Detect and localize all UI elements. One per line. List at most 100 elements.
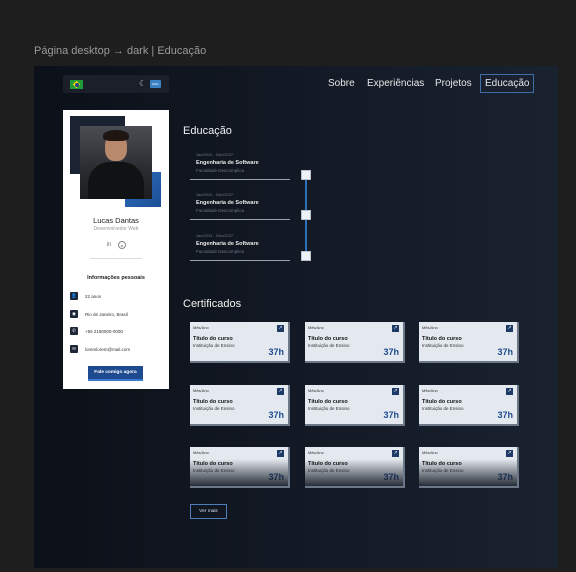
external-link-icon[interactable]: ↗ [506, 450, 513, 457]
mail-icon: ✉ [70, 345, 78, 353]
certificate-school: Instituição de Ensino [308, 468, 350, 473]
timeline-marker [301, 251, 311, 261]
certificate-hours: 37h [383, 472, 399, 482]
certificate-course: Título do curso [193, 461, 233, 467]
certificate-date: Mês/Ano [308, 388, 324, 393]
certificate-date: Mês/Ano [422, 325, 438, 330]
certificate-hours: 37h [268, 347, 284, 357]
education-title: Educação [183, 125, 232, 137]
settings-bar: ☾ ENG [63, 75, 169, 93]
certificate-hours: 37h [268, 472, 284, 482]
certificate-school: Instituição de Ensino [193, 468, 235, 473]
profile-photo [80, 126, 152, 199]
certificate-course: Título do curso [308, 336, 348, 342]
photo-hair [103, 130, 129, 141]
photo-body [88, 162, 144, 199]
certificate-card[interactable]: Mês/Ano ↗ Título do curso Instituição de En… [190, 385, 290, 426]
nav-experiencias[interactable]: Experiências [367, 75, 424, 93]
certificate-hours: 37h [268, 410, 284, 420]
certificate-date: Mês/Ano [193, 388, 209, 393]
info-phone-text: +55 2190000-0000 [85, 329, 123, 334]
certificate-card[interactable]: Mês/Ano ↗ Título do curso Instituição de En… [305, 322, 405, 363]
nav-projetos[interactable]: Projetos [435, 75, 472, 93]
education-item: Jan/2024 - Dez/2027 Engenharia de Softwa… [190, 191, 290, 220]
education-date: Jan/2024 - Dez/2027 [196, 233, 234, 238]
timeline-marker [301, 170, 311, 180]
info-location-text: Rio de Janeiro, Brasil [85, 312, 128, 317]
info-title: Informações pessoais [87, 275, 145, 281]
divider [90, 258, 142, 259]
timeline-marker [301, 210, 311, 220]
education-course: Engenharia de Software [196, 200, 259, 206]
certificate-date: Mês/Ano [422, 388, 438, 393]
certificate-hours: 37h [497, 347, 513, 357]
certificate-course: Título do curso [422, 336, 462, 342]
certificate-school: Instituição de Ensino [308, 406, 350, 411]
certificate-course: Título do curso [422, 461, 462, 467]
education-date: Jan/2024 - Dez/2027 [196, 152, 234, 157]
certificate-date: Mês/Ano [193, 450, 209, 455]
certificate-card[interactable]: Mês/Ano ↗ Título do curso Instituição de En… [190, 322, 290, 363]
profile-name: Lucas Dantas [93, 216, 139, 225]
location-pin-icon: ◉ [70, 310, 78, 318]
certificate-school: Instituição de Ensino [422, 468, 464, 473]
education-item: Jan/2024 - Dez/2027 Engenharia de Softwa… [190, 151, 290, 180]
external-link-icon[interactable]: ↗ [392, 388, 399, 395]
external-link-icon[interactable]: ↗ [392, 325, 399, 332]
external-link-icon[interactable]: ↗ [277, 388, 284, 395]
info-email: ✉ loremlorem@mail.com [70, 345, 165, 354]
profile-role: Desenvolvedor Web [93, 226, 139, 232]
profile-card: Lucas Dantas Desenvolvedor Web in ● Info… [63, 110, 169, 389]
certificate-card[interactable]: Mês/Ano ↗ Título do curso Instituição de En… [419, 385, 519, 426]
nav-educacao[interactable]: Educação [480, 74, 535, 93]
education-school: Faculdade Descomplica [196, 249, 245, 254]
moon-icon[interactable]: ☾ [139, 79, 146, 88]
certificate-school: Instituição de Ensino [308, 343, 350, 348]
education-item: Jan/2024 - Dez/2027 Engenharia de Softwa… [190, 232, 290, 261]
external-link-icon[interactable]: ↗ [506, 325, 513, 332]
linkedin-icon[interactable]: in [105, 241, 113, 249]
certificate-card[interactable]: Mês/Ano ↗ Título do curso Instituição de En… [305, 447, 405, 488]
certificate-course: Título do curso [193, 336, 233, 342]
info-age-text: 22 anos [85, 294, 102, 299]
external-link-icon[interactable]: ↗ [277, 450, 284, 457]
nav-sobre[interactable]: Sobre [328, 75, 355, 93]
certificate-course: Título do curso [193, 399, 233, 405]
education-school: Faculdade Descomplica [196, 208, 245, 213]
certificates-title: Certificados [183, 298, 242, 310]
info-age: 👤 22 anos [70, 292, 165, 301]
certificate-course: Título do curso [308, 461, 348, 467]
certificate-hours: 37h [383, 410, 399, 420]
github-icon[interactable]: ● [118, 241, 126, 249]
certificate-hours: 37h [497, 472, 513, 482]
info-email-text: loremlorem@mail.com [85, 347, 131, 352]
external-link-icon[interactable]: ↗ [392, 450, 399, 457]
external-link-icon[interactable]: ↗ [506, 388, 513, 395]
education-course: Engenharia de Software [196, 160, 259, 166]
certificate-date: Mês/Ano [193, 325, 209, 330]
desktop-page: ☾ ENG Sobre Experiências Projetos Educaç… [34, 66, 558, 568]
phone-icon: ✆ [70, 327, 78, 335]
certificate-course: Título do curso [422, 399, 462, 405]
info-location: ◉ Rio de Janeiro, Brasil [70, 310, 165, 319]
certificate-school: Instituição de Ensino [422, 406, 464, 411]
brazil-flag-icon[interactable] [70, 80, 83, 89]
certificate-date: Mês/Ano [422, 450, 438, 455]
external-link-icon[interactable]: ↗ [277, 325, 284, 332]
language-toggle[interactable]: ENG [150, 80, 161, 88]
certificate-card[interactable]: Mês/Ano ↗ Título do curso Instituição de En… [419, 322, 519, 363]
certificate-date: Mês/Ano [308, 450, 324, 455]
contact-button[interactable]: Fale comigo agora [88, 366, 143, 381]
certificate-card[interactable]: Mês/Ano ↗ Título do curso Instituição de En… [190, 447, 290, 488]
education-course: Engenharia de Software [196, 241, 259, 247]
education-date: Jan/2024 - Dez/2027 [196, 192, 234, 197]
certificate-school: Instituição de Ensino [422, 343, 464, 348]
certificate-date: Mês/Ano [308, 325, 324, 330]
frame-label: Página desktop → dark | Educação [34, 45, 207, 57]
certificate-card[interactable]: Mês/Ano ↗ Título do curso Instituição de En… [305, 385, 405, 426]
certificate-hours: 37h [497, 410, 513, 420]
see-more-button[interactable]: Ver mais [190, 504, 227, 519]
education-school: Faculdade Descomplica [196, 168, 245, 173]
certificate-school: Instituição de Ensino [193, 343, 235, 348]
certificate-card[interactable]: Mês/Ano ↗ Título do curso Instituição de En… [419, 447, 519, 488]
